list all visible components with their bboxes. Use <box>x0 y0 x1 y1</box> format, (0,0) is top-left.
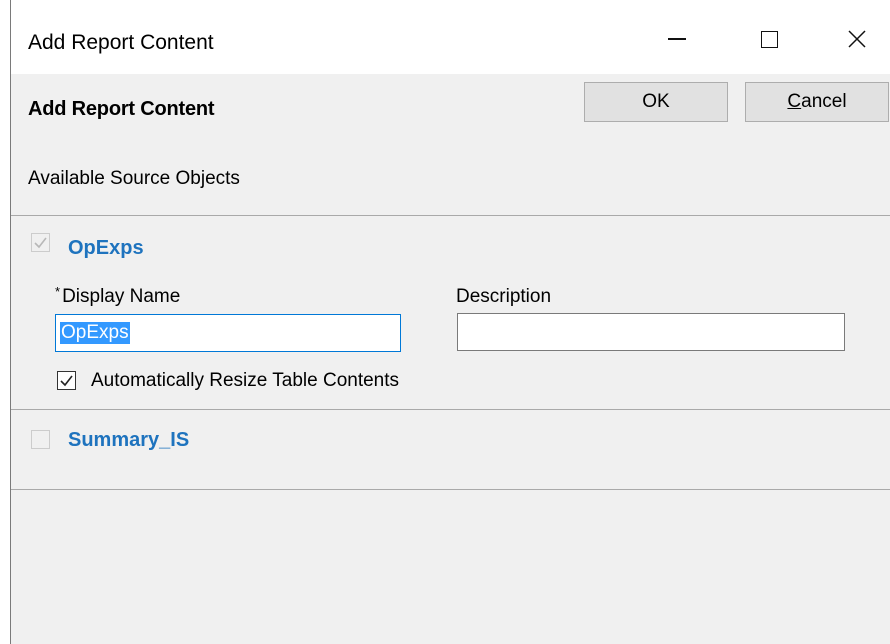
divider <box>11 489 890 490</box>
object-checkbox-opexps[interactable] <box>31 233 50 252</box>
window-title: Add Report Content <box>28 31 214 54</box>
close-icon <box>848 30 866 48</box>
object-checkbox-summary-is[interactable] <box>31 430 50 449</box>
divider <box>11 215 890 216</box>
display-name-input[interactable]: OpExps <box>55 314 401 352</box>
description-label: Description <box>456 286 552 307</box>
checkmark-icon <box>60 375 73 387</box>
available-objects-label: Available Source Objects <box>28 168 240 189</box>
minimize-button[interactable] <box>645 14 709 64</box>
checkmark-icon <box>34 237 47 249</box>
object-name-summary-is: Summary_IS <box>68 429 190 451</box>
display-name-label-text: Display Name <box>62 286 181 307</box>
divider <box>11 409 890 410</box>
cancel-button[interactable]: Cancel <box>745 82 889 122</box>
close-button[interactable] <box>825 14 889 64</box>
description-input[interactable] <box>457 313 845 351</box>
title-bar: Add Report Content <box>11 0 890 74</box>
maximize-button[interactable] <box>737 14 801 64</box>
cancel-label-rest: ancel <box>801 91 847 112</box>
object-name-opexps: OpExps <box>68 237 144 259</box>
minimize-icon <box>668 38 686 40</box>
ok-button[interactable]: OK <box>584 82 728 122</box>
cancel-mnemonic: C <box>787 91 802 112</box>
dialog-window: Add Report Content Add Report Content OK… <box>10 0 890 644</box>
display-name-value: OpExps <box>60 322 130 344</box>
maximize-icon <box>760 30 778 48</box>
auto-resize-checkbox[interactable] <box>57 371 76 390</box>
auto-resize-label[interactable]: Automatically Resize Table Contents <box>91 370 399 392</box>
display-name-label: * Display Name <box>55 284 181 308</box>
dialog-heading: Add Report Content <box>28 98 215 120</box>
required-marker: * <box>55 284 61 299</box>
